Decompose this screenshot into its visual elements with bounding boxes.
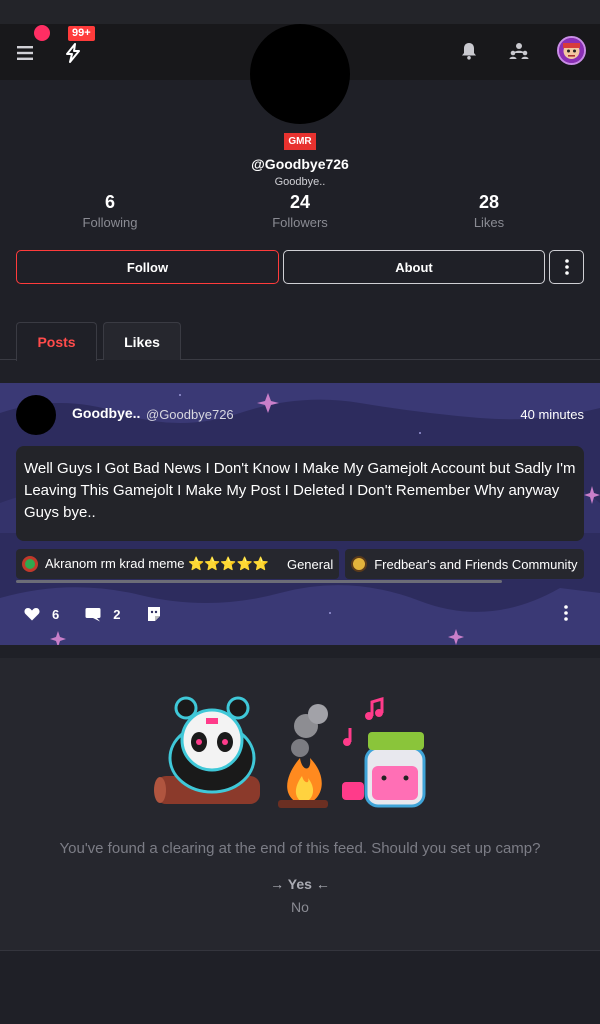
community-channel: General [286, 556, 334, 572]
bottom-divider [0, 950, 600, 951]
profile-display-name: Goodbye.. [274, 176, 326, 188]
post-kebab-icon[interactable] [564, 605, 572, 623]
community-name: Akranom rm krad meme ⭐⭐⭐⭐⭐ [45, 556, 269, 571]
post-body: Well Guys I Got Bad News I Don't Know I … [16, 446, 584, 541]
sticker-icon [146, 606, 162, 622]
campfire-illustration [154, 696, 426, 808]
community-chip-akranom[interactable]: Akranom rm krad meme ⭐⭐⭐⭐⭐ General [16, 549, 340, 579]
about-button[interactable]: About [283, 250, 545, 284]
stat-followers-label: Followers [272, 215, 328, 230]
profile-avatar [250, 24, 350, 124]
community-avatar-icon [351, 556, 368, 572]
chips-scrollbar[interactable] [16, 580, 502, 583]
activity-count-badge: 99+ [68, 26, 95, 41]
arrow-right-icon: → [270, 876, 288, 892]
stat-likes[interactable]: 28 Likes [429, 190, 549, 232]
community-chips: Akranom rm krad meme ⭐⭐⭐⭐⭐ General Fredb… [16, 549, 584, 579]
stat-followers-value: 24 [289, 192, 311, 212]
bell-icon[interactable] [456, 38, 482, 64]
more-options-button[interactable] [549, 250, 584, 284]
comment-count: 2 [113, 606, 121, 622]
comment-icon [85, 607, 101, 622]
activity-bolt-icon[interactable] [58, 38, 88, 68]
post-author-handle[interactable]: @Goodbye726 [146, 407, 234, 422]
notification-dot [34, 25, 50, 41]
community-chip-fredbear[interactable]: Fredbear's and Friends Community [345, 549, 584, 579]
verified-badge: GMR [284, 133, 316, 150]
profile-handle: @Goodbye726 [251, 156, 349, 172]
yes-button[interactable]: → Yes ← [0, 876, 600, 892]
stat-followers[interactable]: 24 Followers [240, 190, 360, 232]
like-count: 6 [52, 606, 60, 622]
arrow-left-icon: ← [311, 876, 330, 892]
like-button[interactable]: 6 [24, 607, 59, 622]
feed-end-message: You've found a clearing at the end of th… [59, 840, 541, 857]
heart-icon [24, 607, 40, 621]
post-actions: 6 2 [24, 605, 200, 623]
post-card[interactable]: Goodbye.. @Goodbye726 40 minutes Well Gu… [0, 383, 600, 645]
stat-following-label: Following [82, 215, 138, 230]
stat-likes-label: Likes [473, 215, 505, 230]
feed-end-section: You've found a clearing at the end of th… [0, 658, 600, 950]
menu-icon[interactable] [10, 38, 40, 68]
comment-button[interactable]: 2 [85, 607, 120, 622]
post-author-name[interactable]: Goodbye.. [72, 405, 140, 421]
sticker-button[interactable] [146, 606, 174, 622]
post-timestamp[interactable]: 40 minutes [520, 407, 584, 422]
user-avatar[interactable] [557, 36, 586, 65]
follow-button[interactable]: Follow [16, 250, 279, 284]
status-strip [0, 0, 600, 24]
yes-label: Yes [287, 876, 312, 892]
kebab-icon [564, 259, 569, 275]
post-author-avatar[interactable] [16, 395, 56, 435]
tab-posts[interactable]: Posts [16, 322, 97, 361]
no-button[interactable]: No [0, 899, 600, 915]
stat-likes-value: 28 [478, 192, 500, 212]
community-avatar-icon [22, 556, 38, 572]
tab-likes[interactable]: Likes [103, 322, 181, 360]
stat-following[interactable]: 6 Following [50, 190, 170, 232]
friends-icon[interactable] [506, 38, 532, 64]
stat-following-value: 6 [104, 192, 115, 212]
community-name: Fredbear's and Friends Community [374, 556, 578, 572]
